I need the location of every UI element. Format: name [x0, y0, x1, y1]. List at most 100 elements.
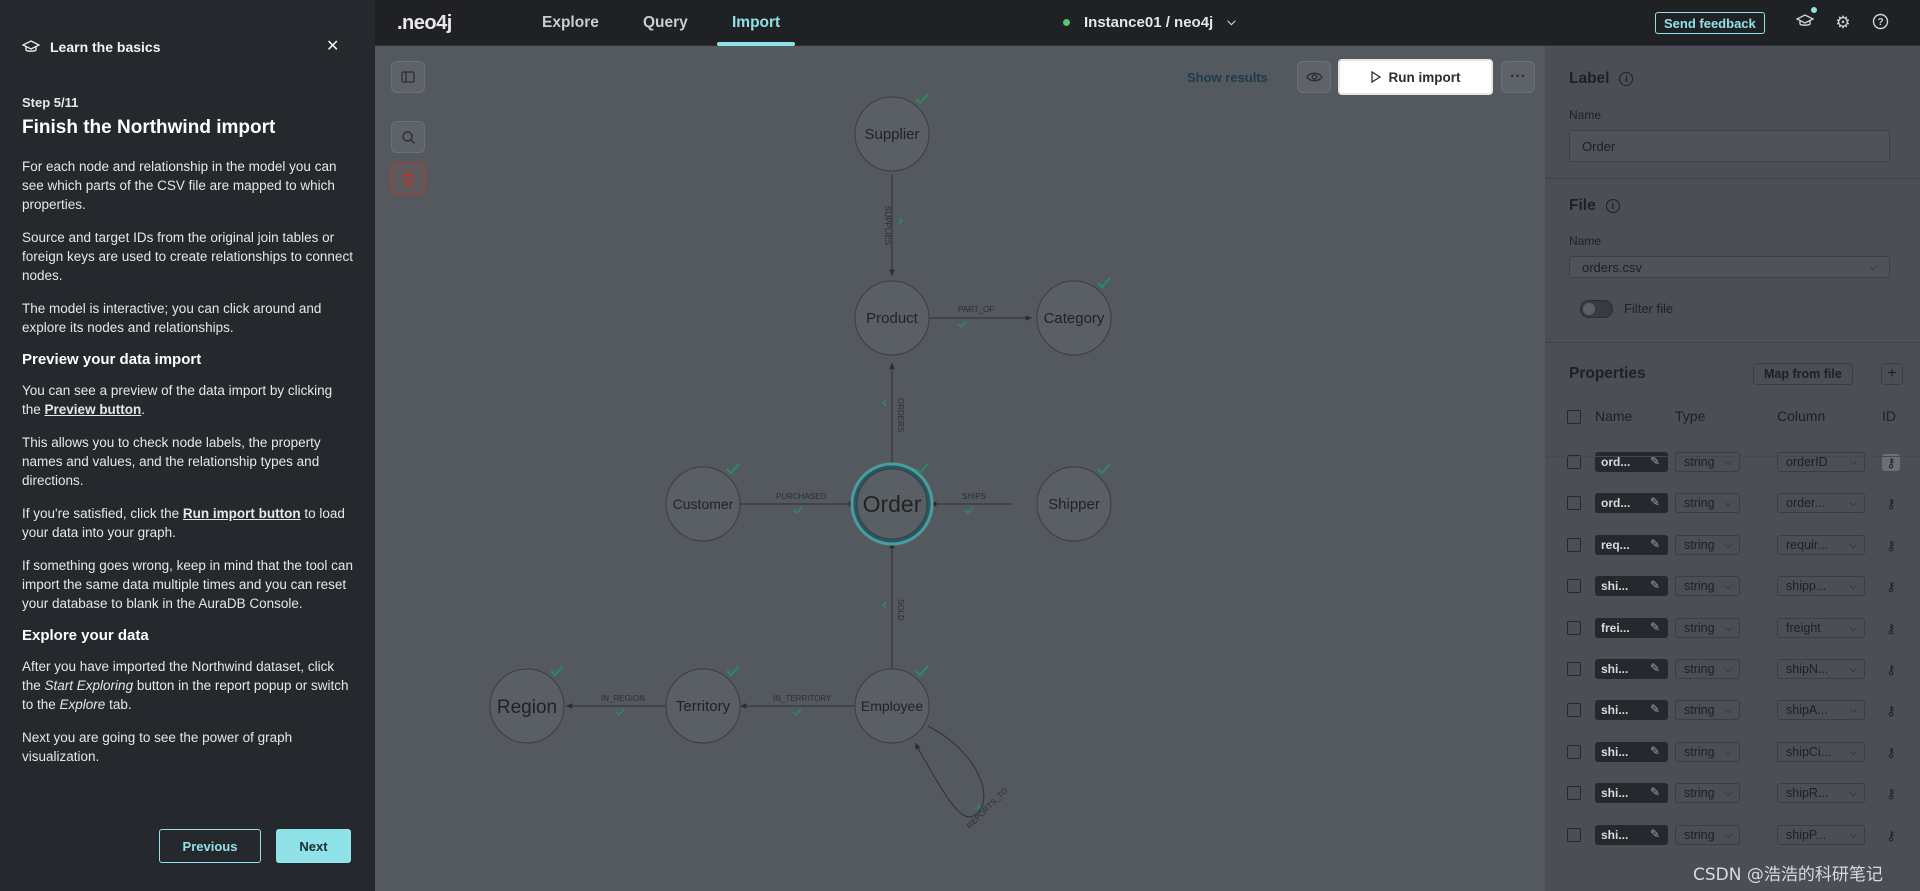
property-column-select[interactable]: shipP... ⌵	[1777, 825, 1865, 845]
property-type-select[interactable]: string ⌵	[1675, 493, 1740, 513]
property-name-chip[interactable]: frei... ✎	[1595, 618, 1668, 638]
model-canvas[interactable]: SUPPLIES PART_OF ORDERS PURCHASED SHIPS …	[375, 46, 1545, 891]
delete-button[interactable]	[391, 163, 425, 195]
edge-in-territory[interactable]: IN_TERRITORY	[740, 694, 855, 717]
more-options-button[interactable]: ···	[1501, 61, 1535, 93]
table-row[interactable]: ord... ✎ string ⌵ orderID ⌵ ⚷	[1545, 445, 1920, 479]
property-name-chip[interactable]: shi... ✎	[1595, 825, 1668, 845]
tab-import[interactable]: Import	[732, 14, 780, 32]
table-row[interactable]: ord... ✎ string ⌵ order... ⌵ ⚷	[1545, 486, 1920, 520]
info-icon[interactable]: i	[1619, 72, 1634, 86]
property-name-chip[interactable]: shi... ✎	[1595, 783, 1668, 803]
run-import-link[interactable]: Run import button	[183, 506, 301, 521]
pencil-icon[interactable]: ✎	[1650, 620, 1660, 634]
property-type-select[interactable]: string ⌵	[1675, 700, 1740, 720]
row-checkbox[interactable]	[1567, 538, 1581, 552]
row-checkbox[interactable]	[1567, 579, 1581, 593]
edge-orders[interactable]: ORDERS	[881, 363, 905, 467]
table-row[interactable]: shi... ✎ string ⌵ shipR... ⌵ ⚷	[1545, 776, 1920, 810]
run-import-button[interactable]: Run import	[1338, 59, 1493, 95]
help-icon[interactable]: ?	[1870, 13, 1890, 33]
node-employee[interactable]: Employee	[854, 665, 930, 744]
file-select[interactable]: orders.csv ⌵	[1569, 256, 1890, 278]
table-row[interactable]: shi... ✎ string ⌵ shipCi... ⌵ ⚷	[1545, 735, 1920, 769]
property-type-select[interactable]: string ⌵	[1675, 825, 1740, 845]
learn-icon[interactable]	[1795, 13, 1815, 33]
edge-reports-to[interactable]: REPORTS_TO	[914, 725, 1010, 830]
property-name-chip[interactable]: req... ✎	[1595, 535, 1668, 555]
pencil-icon[interactable]: ✎	[1650, 744, 1660, 758]
info-icon[interactable]: i	[1605, 199, 1620, 213]
row-checkbox[interactable]	[1567, 745, 1581, 759]
filter-file-toggle[interactable]	[1580, 300, 1613, 318]
property-name-chip[interactable]: shi... ✎	[1595, 742, 1668, 762]
pencil-icon[interactable]: ✎	[1650, 785, 1660, 799]
graph-model[interactable]: SUPPLIES PART_OF ORDERS PURCHASED SHIPS …	[375, 46, 1545, 891]
property-column-select[interactable]: shipN... ⌵	[1777, 659, 1865, 679]
toggle-sidebar-button[interactable]	[391, 61, 425, 93]
property-type-select[interactable]: string ⌵	[1675, 742, 1740, 762]
key-icon[interactable]: ⚷	[1882, 537, 1900, 554]
property-type-select[interactable]: string ⌵	[1675, 452, 1740, 472]
edge-part-of[interactable]: PART_OF	[923, 305, 1032, 329]
property-column-select[interactable]: orderID ⌵	[1777, 452, 1865, 472]
property-column-select[interactable]: shipA... ⌵	[1777, 700, 1865, 720]
row-checkbox[interactable]	[1567, 786, 1581, 800]
pencil-icon[interactable]: ✎	[1650, 578, 1660, 592]
key-icon[interactable]: ⚷	[1882, 620, 1900, 637]
property-name-chip[interactable]: ord... ✎	[1595, 452, 1668, 472]
previous-button[interactable]: Previous	[159, 829, 261, 863]
row-checkbox[interactable]	[1567, 455, 1581, 469]
property-column-select[interactable]: freight ⌵	[1777, 618, 1865, 638]
neo4j-logo[interactable]: .neo4j	[397, 12, 452, 35]
table-row[interactable]: shi... ✎ string ⌵ shipP... ⌵ ⚷	[1545, 818, 1920, 852]
edge-in-region[interactable]: IN_REGION	[566, 694, 675, 717]
table-row[interactable]: shi... ✎ string ⌵ shipA... ⌵ ⚷	[1545, 693, 1920, 727]
label-name-input[interactable]: Order	[1569, 130, 1890, 162]
pencil-icon[interactable]: ✎	[1650, 495, 1660, 509]
property-name-chip[interactable]: shi... ✎	[1595, 700, 1668, 720]
pencil-icon[interactable]: ✎	[1650, 702, 1660, 716]
preview-button[interactable]	[1297, 61, 1331, 93]
next-button[interactable]: Next	[276, 829, 351, 863]
table-row[interactable]: req... ✎ string ⌵ requir... ⌵ ⚷	[1545, 528, 1920, 562]
row-checkbox[interactable]	[1567, 662, 1581, 676]
key-icon[interactable]: ⚷	[1882, 744, 1900, 761]
select-all-checkbox[interactable]	[1567, 410, 1581, 424]
edge-purchased[interactable]: PURCHASED	[740, 492, 855, 515]
table-row[interactable]: shi... ✎ string ⌵ shipN... ⌵ ⚷	[1545, 652, 1920, 686]
property-type-select[interactable]: string ⌵	[1675, 618, 1740, 638]
pencil-icon[interactable]: ✎	[1650, 537, 1660, 551]
close-icon[interactable]: ✕	[326, 36, 339, 56]
key-icon[interactable]: ⚷	[1882, 785, 1900, 802]
preview-button-link[interactable]: Preview button	[45, 402, 142, 417]
edge-sold[interactable]: SOLD	[881, 542, 905, 668]
table-row[interactable]: frei... ✎ string ⌵ freight ⌵ ⚷	[1545, 611, 1920, 645]
property-type-select[interactable]: string ⌵	[1675, 783, 1740, 803]
property-column-select[interactable]: shipCi... ⌵	[1777, 742, 1865, 762]
key-icon[interactable]: ⚷	[1882, 578, 1900, 595]
property-column-select[interactable]: shipR... ⌵	[1777, 783, 1865, 803]
table-row[interactable]: shi... ✎ string ⌵ shipp... ⌵ ⚷	[1545, 569, 1920, 603]
key-icon[interactable]: ⚷	[1882, 827, 1900, 844]
add-property-button[interactable]: +	[1881, 363, 1903, 385]
tab-explore[interactable]: Explore	[542, 14, 599, 32]
row-checkbox[interactable]	[1567, 496, 1581, 510]
key-icon[interactable]: ⚷	[1882, 495, 1900, 512]
node-order[interactable]: Order	[850, 462, 934, 546]
property-column-select[interactable]: order... ⌵	[1777, 493, 1865, 513]
property-name-chip[interactable]: ord... ✎	[1595, 493, 1668, 513]
property-type-select[interactable]: string ⌵	[1675, 659, 1740, 679]
send-feedback-button[interactable]: Send feedback	[1655, 12, 1765, 34]
node-territory[interactable]: Territory	[665, 665, 741, 744]
edge-supplies[interactable]: SUPPLIES	[883, 174, 904, 276]
node-category[interactable]: Category	[1036, 277, 1112, 356]
property-type-select[interactable]: string ⌵	[1675, 535, 1740, 555]
property-column-select[interactable]: shipp... ⌵	[1777, 576, 1865, 596]
edge-ships[interactable]: SHIPS	[930, 492, 1012, 515]
property-name-chip[interactable]: shi... ✎	[1595, 576, 1668, 596]
search-node-button[interactable]	[391, 121, 425, 153]
map-from-file-button[interactable]: Map from file	[1753, 363, 1853, 385]
property-column-select[interactable]: requir... ⌵	[1777, 535, 1865, 555]
node-product[interactable]: Product	[854, 280, 930, 356]
